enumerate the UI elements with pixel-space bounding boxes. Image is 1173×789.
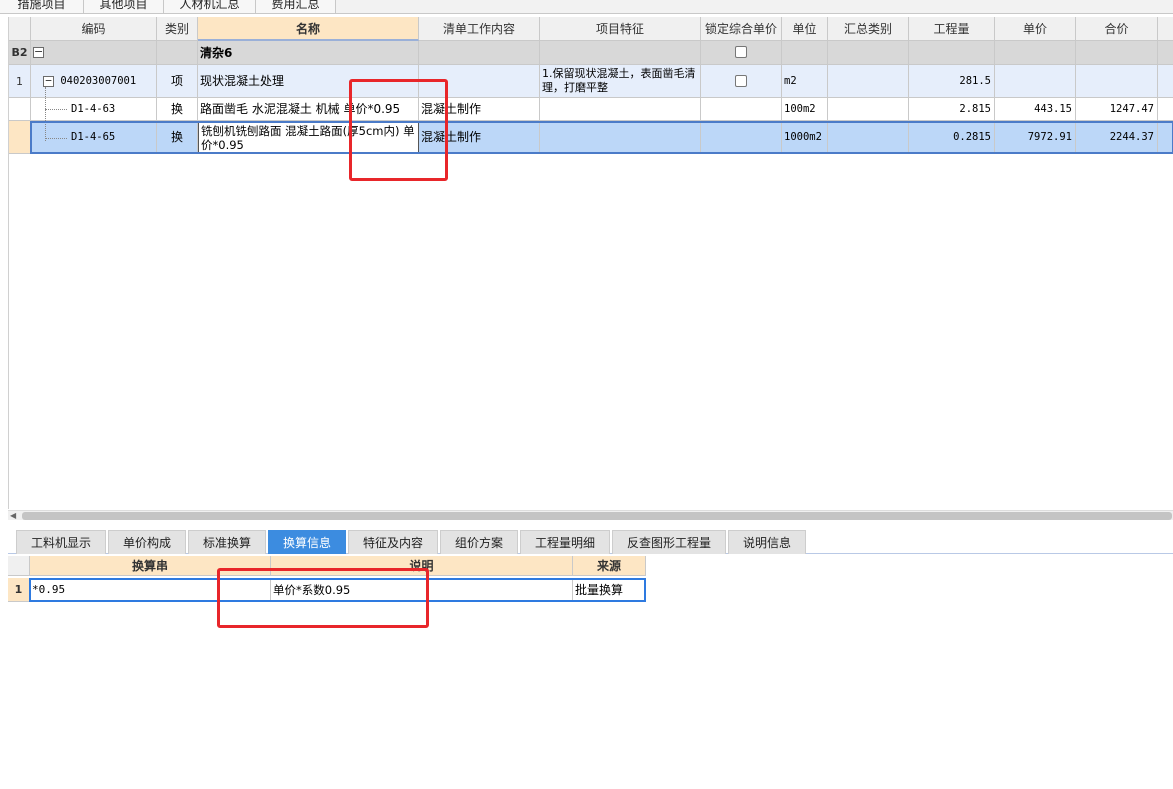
name-cell[interactable]: 现状混凝土处理 (198, 65, 419, 98)
tree-line (45, 109, 67, 110)
column-header-summary-category[interactable]: 汇总类别 (828, 17, 909, 41)
column-header-lock-price[interactable]: 锁定综合单价 (701, 17, 782, 41)
extra-cell (1158, 41, 1173, 65)
unit-price-cell[interactable]: 443.15 (995, 98, 1076, 121)
tree-line (45, 138, 67, 139)
code-cell[interactable]: − (31, 41, 157, 65)
work-content-cell[interactable]: 混凝土制作 (419, 98, 540, 121)
name-cell[interactable]: 路面凿毛 水泥混凝土 机械 单价*0.95 (198, 98, 419, 121)
horizontal-scrollbar[interactable]: ◀ (8, 510, 1173, 520)
tab-features-content[interactable]: 特征及内容 (348, 530, 438, 554)
quantity-cell[interactable]: 2.815 (909, 98, 995, 121)
tab-other-items[interactable]: 其他项目 (84, 0, 164, 13)
lock-price-cell[interactable] (701, 98, 782, 121)
name-cell-editing[interactable]: 铣刨机铣刨路面 混凝土路面(厚5cm内) 单价*0.95 (198, 121, 419, 154)
tree-line (45, 87, 46, 141)
quantity-cell[interactable]: 281.5 (909, 65, 995, 98)
lock-price-cell[interactable] (701, 65, 782, 98)
top-tab-strip: 措施项目 其他项目 人材机汇总 费用汇总 (0, 0, 1173, 14)
tab-quantity-details[interactable]: 工程量明细 (520, 530, 610, 554)
extra-cell (1158, 65, 1173, 98)
expr-cell[interactable]: *0.95 (30, 578, 271, 602)
unit-price-cell[interactable]: 7972.91 (995, 121, 1076, 154)
tab-labor-material-summary[interactable]: 人材机汇总 (164, 0, 256, 13)
summary-category-cell[interactable] (828, 121, 909, 154)
feature-cell[interactable] (540, 98, 701, 121)
row-label (9, 98, 31, 121)
column-header-code[interactable]: 编码 (31, 17, 157, 41)
desc-cell[interactable]: 单价*系数0.95 (271, 578, 573, 602)
row-label: 1 (8, 578, 30, 602)
lock-price-checkbox[interactable] (735, 46, 747, 58)
extra-cell (1158, 98, 1173, 121)
tab-standard-conversion[interactable]: 标准换算 (188, 530, 266, 554)
name-cell[interactable]: 清杂6 (198, 41, 419, 65)
work-content-cell[interactable]: 混凝土制作 (419, 121, 540, 154)
collapse-icon[interactable]: − (33, 46, 44, 58)
tab-unit-price-composition[interactable]: 单价构成 (108, 530, 186, 554)
unit-price-cell[interactable] (995, 41, 1076, 65)
tab-fee-summary[interactable]: 费用汇总 (256, 0, 336, 13)
tab-pricing-plan[interactable]: 组价方案 (440, 530, 518, 554)
column-header-name[interactable]: 名称 (198, 17, 419, 41)
column-header-work-content[interactable]: 清单工作内容 (419, 17, 540, 41)
scroll-left-icon[interactable]: ◀ (10, 511, 16, 520)
quantity-cell[interactable]: 0.2815 (909, 121, 995, 154)
summary-category-cell[interactable] (828, 98, 909, 121)
summary-category-cell[interactable] (828, 65, 909, 98)
lock-price-checkbox[interactable] (735, 75, 747, 87)
code-text: 040203007001 (60, 75, 137, 87)
column-header-source[interactable]: 来源 (573, 556, 646, 576)
tab-conversion-info[interactable]: 换算信息 (268, 530, 346, 554)
unit-cell[interactable]: 1000m2 (782, 121, 828, 154)
column-header-unit-price[interactable]: 单价 (995, 17, 1076, 41)
work-content-cell[interactable] (419, 41, 540, 65)
collapse-icon[interactable]: − (43, 75, 54, 87)
conversion-info-grid: 换算串 说明 来源 1 *0.95 单价*系数0.95 批量换算 (8, 556, 648, 603)
category-cell[interactable] (157, 41, 198, 65)
feature-cell[interactable] (540, 41, 701, 65)
code-cell[interactable]: − 040203007001 (31, 65, 157, 98)
column-header-category[interactable]: 类别 (157, 17, 198, 41)
unit-cell[interactable]: m2 (782, 65, 828, 98)
category-cell[interactable]: 换 (157, 121, 198, 154)
category-cell[interactable]: 换 (157, 98, 198, 121)
row-label: 1 (9, 65, 31, 98)
bill-items-grid: 编码 类别 名称 清单工作内容 项目特征 锁定综合单价 单位 汇总类别 工程量 … (8, 17, 1173, 509)
source-cell[interactable]: 批量换算 (573, 578, 646, 602)
work-content-cell[interactable] (419, 65, 540, 98)
category-cell[interactable]: 项 (157, 65, 198, 98)
total-cell[interactable]: 1247.47 (1076, 98, 1158, 121)
row-number-header (9, 17, 31, 41)
row-number-header (8, 556, 30, 576)
tab-description-info[interactable]: 说明信息 (728, 530, 806, 554)
tab-reverse-graphic-quantity[interactable]: 反查图形工程量 (612, 530, 726, 554)
tab-labor-material-display[interactable]: 工料机显示 (16, 530, 106, 554)
lock-price-cell[interactable] (701, 121, 782, 154)
extra-cell (1158, 121, 1173, 154)
total-cell[interactable] (1076, 41, 1158, 65)
detail-tab-strip: 工料机显示 单价构成 标准换算 换算信息 特征及内容 组价方案 工程量明细 反查… (8, 529, 1173, 554)
feature-cell[interactable] (540, 121, 701, 154)
unit-cell[interactable] (782, 41, 828, 65)
lock-price-cell[interactable] (701, 41, 782, 65)
column-header-unit[interactable]: 单位 (782, 17, 828, 41)
column-header-expr[interactable]: 换算串 (30, 556, 271, 576)
summary-category-cell[interactable] (828, 41, 909, 65)
unit-price-cell[interactable] (995, 65, 1076, 98)
unit-cell[interactable]: 100m2 (782, 98, 828, 121)
row-label: B2 (9, 41, 31, 65)
total-cell[interactable] (1076, 65, 1158, 98)
scrollbar-thumb[interactable] (22, 512, 1172, 520)
column-header-desc[interactable]: 说明 (271, 556, 573, 576)
column-header-quantity[interactable]: 工程量 (909, 17, 995, 41)
quantity-cell[interactable] (909, 41, 995, 65)
feature-cell[interactable]: 1.保留现状混凝土，表面凿毛清理，打磨平整 (540, 65, 701, 98)
column-header-total[interactable]: 合价 (1076, 17, 1158, 41)
total-cell[interactable]: 2244.37 (1076, 121, 1158, 154)
row-label (9, 121, 31, 154)
column-header-feature[interactable]: 项目特征 (540, 17, 701, 41)
column-header-extra (1158, 17, 1173, 41)
tab-measures[interactable]: 措施项目 (0, 0, 84, 13)
